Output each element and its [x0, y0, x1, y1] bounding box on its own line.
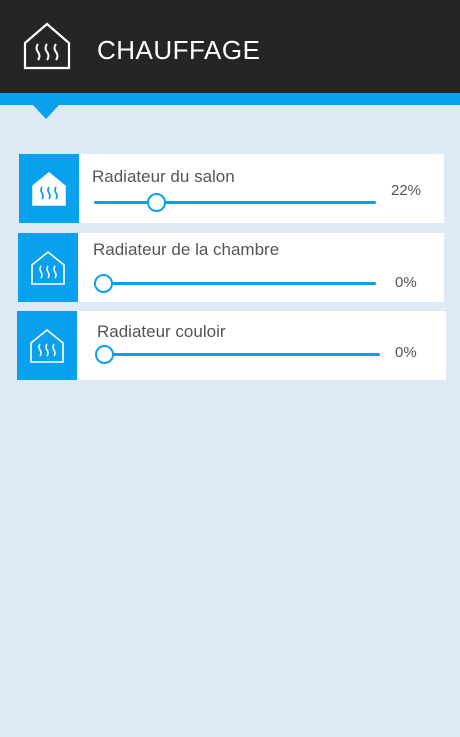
accent-bar — [0, 93, 460, 105]
radiator-card-couloir: Radiateur couloir 0% — [17, 311, 446, 380]
radiator-card-salon: Radiateur du salon 22% — [19, 154, 444, 223]
radiator-card-chambre: Radiateur de la chambre 0% — [18, 233, 444, 302]
radiator-slider-thumb[interactable] — [146, 193, 166, 212]
radiator-slider-thumb[interactable] — [93, 274, 113, 293]
heating-house-outline-icon — [30, 328, 64, 363]
heating-house-icon — [23, 22, 71, 70]
radiator-value: 0% — [395, 274, 417, 291]
radiator-value: 0% — [395, 344, 417, 361]
accent-notch — [33, 105, 59, 119]
heating-house-filled-icon — [32, 171, 66, 206]
app-header: CHAUFFAGE — [0, 0, 460, 93]
radiator-icon-box — [18, 233, 78, 302]
radiator-label: Radiateur de la chambre — [93, 240, 280, 259]
radiator-icon-box — [19, 154, 79, 223]
radiator-icon-box — [17, 311, 77, 380]
radiator-slider-track[interactable] — [97, 353, 380, 356]
radiator-slider-thumb[interactable] — [94, 345, 114, 364]
radiator-label: Radiateur du salon — [92, 167, 235, 186]
heating-house-outline-icon — [31, 250, 65, 285]
radiator-slider-track[interactable] — [94, 201, 376, 204]
radiator-slider-track[interactable] — [96, 282, 376, 285]
radiator-label: Radiateur couloir — [97, 322, 226, 341]
radiator-value: 22% — [391, 182, 422, 199]
page-title: CHAUFFAGE — [97, 35, 261, 65]
